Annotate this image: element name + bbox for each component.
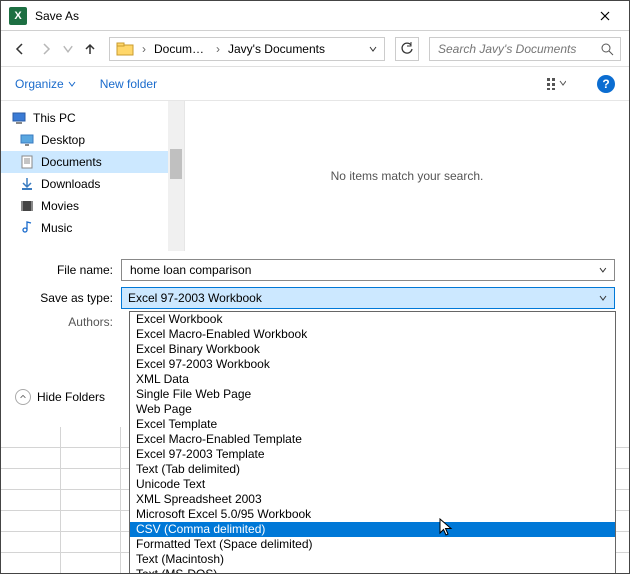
arrow-up-icon: [83, 42, 97, 56]
breadcrumb-sep[interactable]: ›: [138, 42, 150, 56]
up-button[interactable]: [79, 38, 101, 60]
help-button[interactable]: ?: [597, 75, 615, 93]
type-option[interactable]: Text (Macintosh): [130, 552, 615, 567]
chevron-down-icon: [68, 80, 76, 88]
folder-icon: [116, 41, 134, 57]
arrow-left-icon: [13, 42, 27, 56]
pc-icon: [11, 110, 27, 126]
search-box[interactable]: [429, 37, 621, 61]
type-option[interactable]: Excel Binary Workbook: [130, 342, 615, 357]
saveastype-value: Excel 97-2003 Workbook: [128, 291, 262, 305]
type-option[interactable]: Excel Workbook: [130, 312, 615, 327]
search-icon: [600, 42, 614, 56]
tree-item-label: Music: [41, 221, 72, 235]
close-button[interactable]: [589, 5, 621, 27]
search-input[interactable]: [436, 41, 600, 57]
view-options-button[interactable]: [539, 73, 573, 95]
type-option[interactable]: Microsoft Excel 5.0/95 Workbook: [130, 507, 615, 522]
saveastype-field[interactable]: Excel 97-2003 Workbook: [121, 287, 615, 309]
tree-item-label: Desktop: [41, 133, 85, 147]
saveastype-dropdown[interactable]: Excel WorkbookExcel Macro-Enabled Workbo…: [129, 311, 616, 574]
type-option[interactable]: Text (Tab delimited): [130, 462, 615, 477]
type-option[interactable]: Excel Macro-Enabled Workbook: [130, 327, 615, 342]
organize-button[interactable]: Organize: [15, 77, 76, 91]
new-folder-button[interactable]: New folder: [100, 77, 157, 91]
breadcrumb[interactable]: › Docume... › Javy's Documents: [109, 37, 385, 61]
chevron-down-icon: [598, 265, 608, 275]
breadcrumb-dropdown[interactable]: [364, 44, 382, 54]
tree-root-thispc[interactable]: This PC: [1, 107, 184, 129]
type-option[interactable]: Excel 97-2003 Workbook: [130, 357, 615, 372]
tree-item-movies[interactable]: Movies: [1, 195, 184, 217]
mouse-cursor: [439, 518, 455, 538]
view-icon: [546, 77, 566, 91]
type-option[interactable]: Unicode Text: [130, 477, 615, 492]
type-option[interactable]: Web Page: [130, 402, 615, 417]
title-bar: X Save As: [1, 1, 629, 31]
type-option[interactable]: Excel Macro-Enabled Template: [130, 432, 615, 447]
close-icon: [600, 11, 610, 21]
chevron-down-icon: [598, 293, 608, 303]
nav-tree: This PC Desktop Documents Downloads Movies M…: [1, 101, 185, 251]
tree-item-label: Downloads: [41, 177, 100, 191]
tree-item-downloads[interactable]: Downloads: [1, 173, 184, 195]
type-option[interactable]: Excel Template: [130, 417, 615, 432]
type-option[interactable]: Formatted Text (Space delimited): [130, 537, 615, 552]
movies-icon: [19, 198, 35, 214]
documents-icon: [19, 154, 35, 170]
toolbar: Organize New folder ?: [1, 67, 629, 101]
hide-folders-label: Hide Folders: [37, 390, 105, 404]
breadcrumb-item-1[interactable]: Docume...: [150, 42, 212, 56]
window-title: Save As: [35, 9, 589, 23]
back-button[interactable]: [9, 38, 31, 60]
tree-item-documents[interactable]: Documents: [1, 151, 184, 173]
chevron-collapse-icon: [15, 389, 31, 405]
chevron-down-icon: [61, 42, 75, 56]
refresh-icon: [400, 42, 414, 56]
chevron-down-icon: [368, 44, 378, 54]
downloads-icon: [19, 176, 35, 192]
filename-field[interactable]: [121, 259, 615, 281]
filename-label: File name:: [15, 263, 121, 277]
hide-folders-button[interactable]: Hide Folders: [15, 389, 105, 405]
file-list-empty: No items match your search.: [185, 101, 629, 251]
type-option[interactable]: CSV (Comma delimited): [130, 522, 615, 537]
type-option[interactable]: Text (MS-DOS): [130, 567, 615, 574]
breadcrumb-sep[interactable]: ›: [212, 42, 224, 56]
music-icon: [19, 220, 35, 236]
type-option[interactable]: XML Data: [130, 372, 615, 387]
type-option[interactable]: Single File Web Page: [130, 387, 615, 402]
breadcrumb-item-2[interactable]: Javy's Documents: [224, 42, 329, 56]
refresh-button[interactable]: [395, 37, 419, 61]
filename-input[interactable]: [128, 262, 598, 278]
tree-item-label: Documents: [41, 155, 102, 169]
saveastype-label: Save as type:: [15, 291, 121, 305]
arrow-right-icon: [39, 42, 53, 56]
nav-bar: › Docume... › Javy's Documents: [1, 31, 629, 67]
save-as-dialog: X Save As › Docume... › Javy's Documents: [0, 0, 630, 574]
desktop-icon: [19, 132, 35, 148]
excel-icon: X: [9, 7, 27, 25]
type-option[interactable]: Excel 97-2003 Template: [130, 447, 615, 462]
tree-item-label: Movies: [41, 199, 79, 213]
tree-scrollbar-thumb[interactable]: [170, 149, 182, 179]
authors-label: Authors:: [15, 315, 121, 329]
forward-button: [35, 38, 57, 60]
tree-scrollbar[interactable]: [168, 101, 184, 251]
tree-item-music[interactable]: Music: [1, 217, 184, 239]
organize-label: Organize: [15, 77, 64, 91]
tree-item-desktop[interactable]: Desktop: [1, 129, 184, 151]
recent-button[interactable]: [61, 38, 75, 60]
content-area: This PC Desktop Documents Downloads Movies M…: [1, 101, 629, 251]
tree-root-label: This PC: [33, 111, 76, 125]
type-option[interactable]: XML Spreadsheet 2003: [130, 492, 615, 507]
